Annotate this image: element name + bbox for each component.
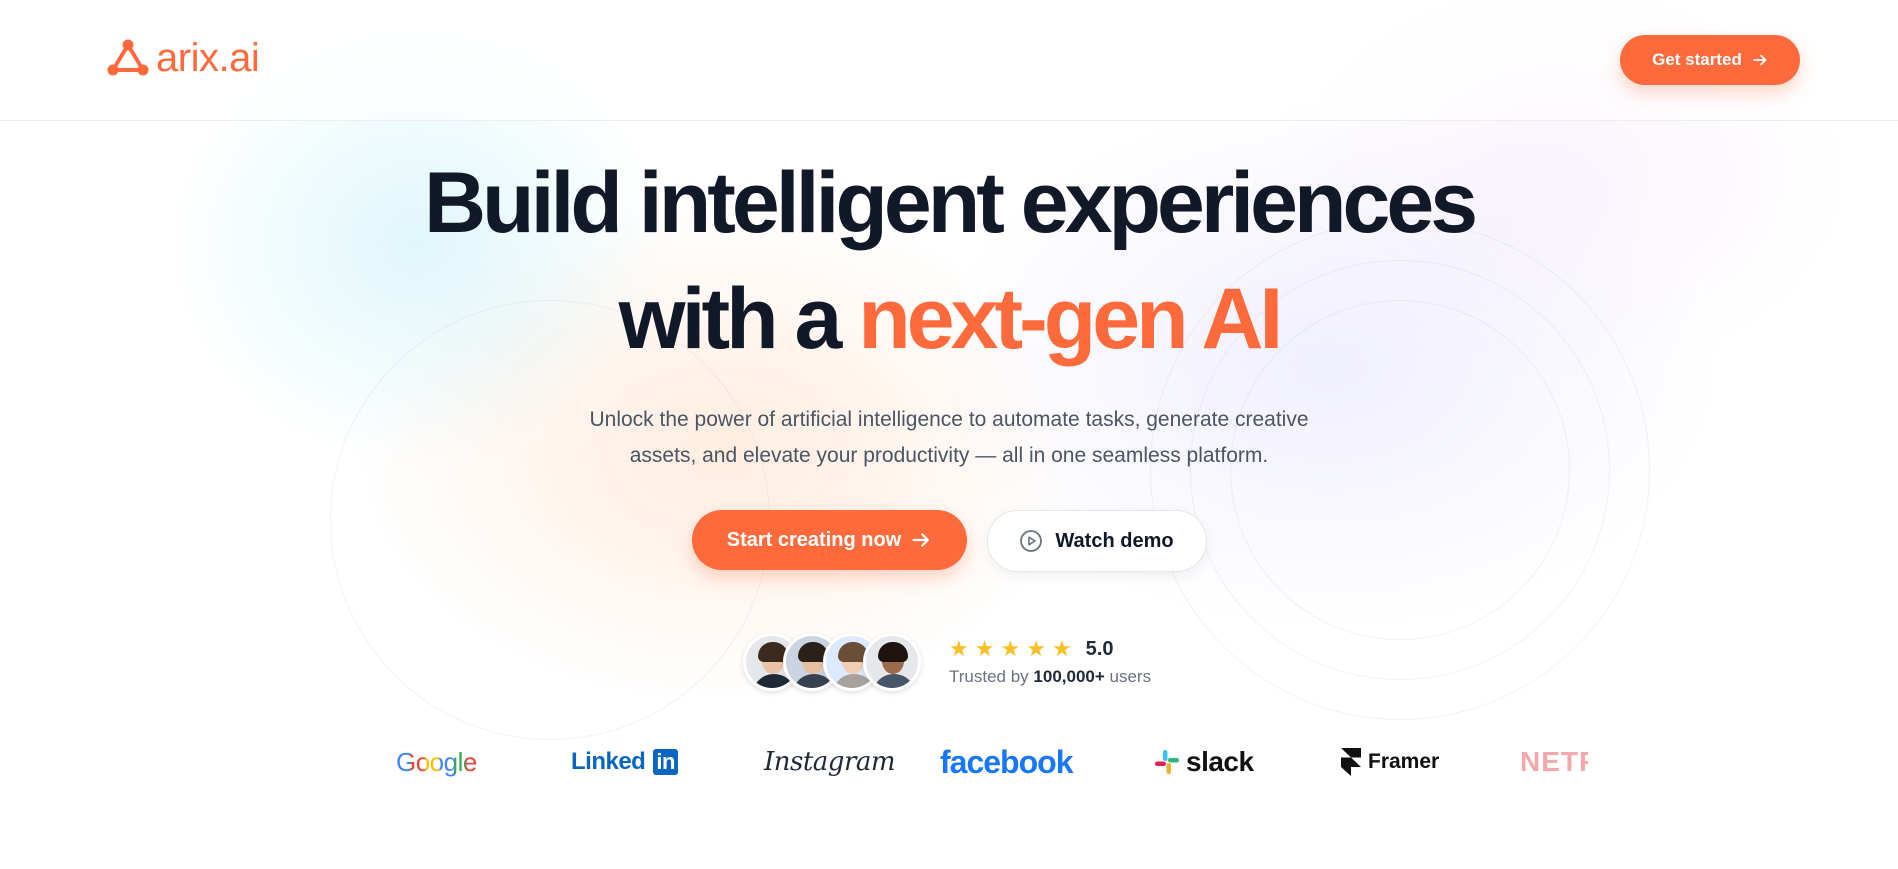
social-proof: ★ ★ ★ ★ ★ 5.0 Trusted by 100,000+ users (743, 633, 1151, 691)
framer-logo-text: Framer (1368, 750, 1440, 773)
top-nav: arix.ai Get started (0, 0, 1898, 121)
google-logo-text: Google (396, 746, 477, 777)
watch-demo-button[interactable]: Watch demo (986, 510, 1207, 572)
rating-block: ★ ★ ★ ★ ★ 5.0 Trusted by 100,000+ users (949, 637, 1151, 687)
star-rating: ★ ★ ★ ★ ★ 5.0 (949, 637, 1151, 661)
hero-title-line-2: with a next-gen AI (0, 264, 1898, 374)
trusted-prefix: Trusted by (949, 667, 1034, 686)
netflix-logo-text: NETFLIX (1520, 746, 1588, 777)
star-icon: ★ (974, 636, 995, 661)
brand-name: arix.ai (156, 36, 260, 80)
star-icon: ★ (1000, 636, 1021, 661)
get-started-label: Get started (1652, 50, 1742, 69)
slack-logo: slack (1154, 740, 1254, 784)
arrow-right-icon (912, 533, 930, 547)
hero-subtitle-line-2: assets, and elevate your productivity — … (629, 444, 1269, 467)
netflix-logo: NETFLIX (1520, 740, 1588, 784)
slack-hash-icon (1155, 750, 1179, 774)
partner-logos: Google Linked in Instagram facebook slack… (0, 740, 1898, 790)
slack-logo-text: slack (1186, 746, 1254, 777)
watch-demo-label: Watch demo (1055, 529, 1174, 552)
rating-score: 5.0 (1085, 637, 1114, 660)
triangle-nodes-icon (107, 39, 149, 76)
avatar (863, 633, 921, 691)
star-icon: ★ (1051, 636, 1072, 661)
trusted-count: 100,000+ (1033, 667, 1105, 686)
hero-title-prefix: with a (618, 271, 859, 367)
instagram-logo-text: Instagram (764, 747, 896, 777)
trusted-by-text: Trusted by 100,000+ users (949, 667, 1151, 687)
cta-row: Start creating now Watch demo (0, 510, 1898, 572)
start-creating-button[interactable]: Start creating now (691, 510, 967, 570)
facebook-logo: facebook (940, 740, 1073, 784)
facebook-logo-text: facebook (940, 743, 1073, 780)
get-started-button[interactable]: Get started (1620, 35, 1800, 85)
brand-logo[interactable]: arix.ai (106, 36, 260, 80)
framer-logo: Framer (1340, 740, 1439, 784)
arrow-right-icon (1752, 54, 1767, 66)
hero-subtitle: Unlock the power of artificial intellige… (0, 402, 1898, 474)
linkedin-logo-text: Linked (571, 748, 646, 775)
star-icon: ★ (1026, 636, 1046, 661)
trusted-suffix: users (1104, 667, 1152, 686)
star-icon: ★ (949, 636, 969, 661)
linkedin-in-badge: in (653, 749, 678, 775)
start-creating-label: Start creating now (726, 528, 902, 551)
hero-title-accent: next-gen AI (858, 271, 1283, 367)
play-circle-icon (1020, 530, 1043, 552)
framer-mark-icon (1341, 748, 1361, 776)
hero-subtitle-line-1: Unlock the power of artificial intellige… (589, 408, 1309, 431)
hero-title-line-1: Build intelligent experiences (423, 155, 1478, 251)
linkedin-logo: Linked in (571, 740, 678, 784)
user-avatars (743, 633, 921, 691)
google-logo: Google (396, 740, 477, 784)
instagram-logo: Instagram (764, 740, 896, 784)
